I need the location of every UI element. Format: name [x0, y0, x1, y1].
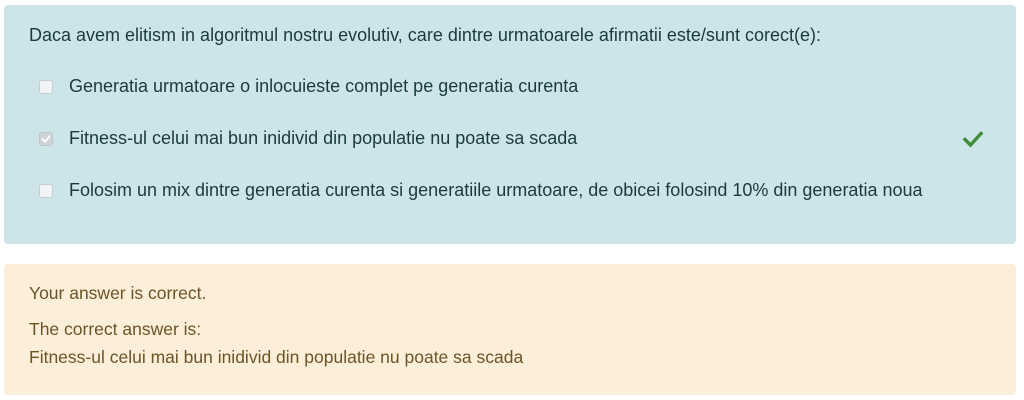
- feedback-result: Your answer is correct.: [29, 283, 207, 303]
- answer-label-3[interactable]: Folosim un mix dintre generatia curenta …: [69, 180, 923, 201]
- answer-checkbox-3[interactable]: [39, 184, 53, 198]
- feedback-panel: Your answer is correct. The correct answ…: [4, 264, 1016, 395]
- answer-checkbox-1[interactable]: [39, 80, 53, 94]
- answer-option-3[interactable]: Folosim un mix dintre generatia curenta …: [4, 177, 1016, 207]
- question-panel: Daca avem elitism in algoritmul nostru e…: [4, 5, 1016, 244]
- answer-option-2[interactable]: Fitness-ul celui mai bun inidivid din po…: [4, 125, 1016, 155]
- answer-option-1[interactable]: Generatia urmatoare o inlocuieste comple…: [4, 73, 1016, 103]
- question-text: Daca avem elitism in algoritmul nostru e…: [29, 25, 821, 45]
- correct-answer-heading: The correct answer is:: [29, 319, 202, 339]
- checkbox-tick-icon: [41, 135, 51, 143]
- answer-checkbox-2[interactable]: [39, 132, 53, 146]
- correct-answer-text: Fitness-ul celui mai bun inidivid din po…: [29, 347, 524, 367]
- answer-label-2[interactable]: Fitness-ul celui mai bun inidivid din po…: [69, 128, 577, 149]
- check-icon: [962, 131, 984, 148]
- answer-label-1[interactable]: Generatia urmatoare o inlocuieste comple…: [69, 76, 578, 97]
